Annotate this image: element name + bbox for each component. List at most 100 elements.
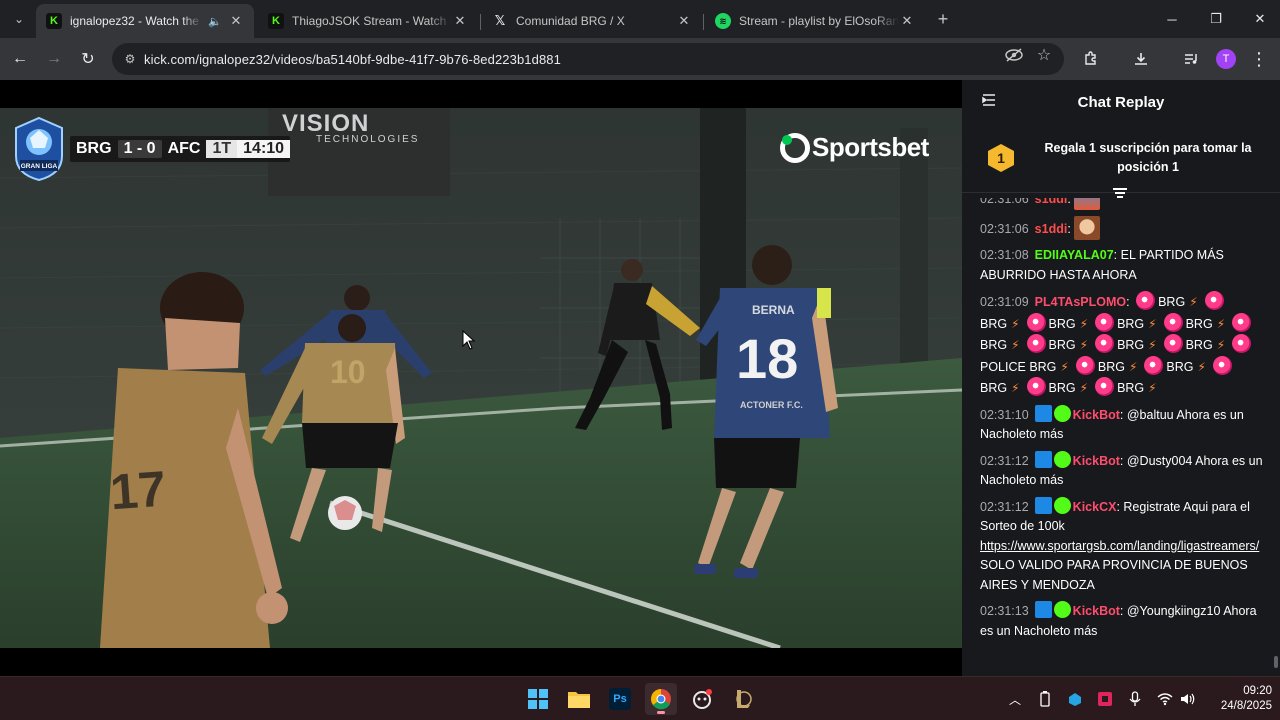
forward-button[interactable]: →	[41, 46, 67, 72]
kick-icon: K	[268, 13, 284, 29]
message-user[interactable]: PL4TAsPLOMO	[1035, 295, 1126, 309]
volume-icon[interactable]	[1178, 689, 1198, 709]
show-hidden-icons-chevron[interactable]: ︿	[1005, 689, 1025, 709]
speaker-icon[interactable]: 🔈	[208, 15, 222, 28]
file-explorer-icon[interactable]	[563, 683, 595, 715]
sportsbet-ring-icon	[780, 132, 810, 163]
match-clock: 14:10	[237, 140, 291, 158]
spam-word: BRG	[1185, 338, 1213, 352]
spam-word: BRG	[1048, 316, 1076, 331]
close-tab-icon[interactable]: ✕	[228, 13, 244, 29]
verified-badge-icon	[1053, 496, 1071, 514]
spam-word: BRG	[1158, 295, 1186, 309]
close-tab-icon[interactable]: ✕	[676, 13, 692, 29]
edge-tray-icon[interactable]	[1065, 689, 1085, 709]
message-user[interactable]: s1ddi	[1035, 198, 1068, 206]
message-user[interactable]: s1ddi	[1035, 222, 1068, 236]
url-text[interactable]: kick.com/ignalopez32/videos/ba5140bf-9db…	[144, 52, 561, 67]
pinned-gift-banner[interactable]: 1 Regala 1 suscripción para tomar la pos…	[962, 124, 1280, 198]
eye-off-icon[interactable]	[1005, 46, 1023, 64]
message-user[interactable]: EDIIAYALA07	[1035, 248, 1114, 262]
reload-button[interactable]: ↻	[75, 46, 101, 72]
chat-message: 02:31:12 KickCX: Registrate Aqui para el …	[980, 496, 1268, 596]
new-tab-button[interactable]: +	[932, 8, 954, 30]
site-info-icon[interactable]: ⚙	[116, 52, 144, 66]
player-number-18: 18	[736, 327, 798, 390]
red-app-tray-icon[interactable]	[1095, 689, 1115, 709]
promo-link[interactable]: https://www.sportargsb.com/landing/ligas…	[980, 539, 1259, 553]
media-controls-icon[interactable]	[1178, 46, 1204, 72]
restore-button[interactable]: ❐	[1194, 0, 1238, 38]
bot-badge-icon	[1034, 404, 1052, 422]
home-team: BRG	[76, 140, 112, 157]
menu-kebab-icon[interactable]: ⋮	[1246, 46, 1272, 72]
tab-2[interactable]: K ThiagoJSOK Stream - Watch Live ✕	[258, 4, 478, 38]
tab-title: Comunidad BRG / X	[516, 14, 625, 28]
league-app-icon[interactable]	[727, 683, 759, 715]
lightning-emote-icon: ⚡	[1011, 316, 1020, 331]
message-colon: :	[1067, 222, 1075, 236]
league-logo-icon: GRAN LIGA	[15, 116, 63, 182]
message-text: SOLO VALIDO PARA PROVINCIA DE BUENOS AIR…	[980, 558, 1248, 592]
lightning-emote-icon: ⚡	[1148, 338, 1157, 352]
match-score: 1 - 0	[117, 140, 162, 158]
verified-badge-icon	[1053, 601, 1071, 618]
tab-3[interactable]: 𝕏 Comunidad BRG / X ✕	[482, 4, 702, 38]
back-button[interactable]: ←	[7, 46, 33, 72]
system-clock[interactable]: 09:20 24/8/2025	[1206, 684, 1272, 714]
photoshop-icon[interactable]: Ps	[604, 683, 636, 715]
close-tab-icon[interactable]: ✕	[452, 13, 468, 29]
lightning-emote-icon: ⚡	[1079, 338, 1089, 352]
x-icon: 𝕏	[494, 13, 506, 28]
message-colon: :	[1119, 453, 1127, 468]
message-user[interactable]: KickBot	[1073, 408, 1120, 422]
chrome-icon[interactable]	[645, 683, 677, 715]
match-period: 1T	[206, 140, 238, 158]
microphone-icon[interactable]	[1125, 689, 1145, 709]
battery-device-icon[interactable]	[1035, 689, 1055, 709]
spam-word: POLICE BRG	[980, 359, 1057, 374]
wifi-icon[interactable]	[1155, 689, 1175, 709]
message-user[interactable]: KickCX	[1073, 500, 1117, 514]
browser-toolbar: ← → ↻ ⚙ kick.com/ignalopez32/videos/ba51…	[0, 38, 1280, 80]
lightning-emote-icon: ⚡	[1197, 359, 1206, 374]
video-frame: 10 BERNA 18 ACTONER F.C. 17	[0, 108, 962, 648]
video-player[interactable]: 10 BERNA 18 ACTONER F.C. 17 VISION TECHN…	[0, 80, 962, 676]
collapse-chat-icon[interactable]	[982, 94, 998, 110]
spam-word: BRG	[1048, 338, 1076, 352]
spam-word: BRG	[1166, 359, 1194, 374]
verified-badge-icon	[1053, 450, 1071, 468]
chat-message: 02:31:08 EDIIAYALA07: EL PARTIDO MÁS ABUR…	[980, 246, 1268, 285]
lightning-emote-icon: ⚡	[1079, 316, 1089, 331]
score-bar: BRG 1 - 0 AFC 1T 14:10	[70, 136, 291, 162]
tab-search-chevron-icon[interactable]: ⌄	[6, 6, 32, 32]
pink-ball-emote-icon	[1144, 355, 1164, 375]
minimize-button[interactable]: ─	[1150, 0, 1194, 38]
bot-badge-icon	[1034, 496, 1052, 514]
tab-1[interactable]: K ignalopez32 - Watch the VOD 🔈 ✕	[36, 4, 254, 38]
message-colon: :	[1119, 407, 1127, 422]
chat-message: 02:31:10 KickBot: @baltuu Ahora es un Nac…	[980, 404, 1268, 445]
chat-message: 02:31:12 KickBot: @Dusty004 Ahora es un N…	[980, 450, 1268, 491]
download-icon[interactable]	[1128, 46, 1154, 72]
message-user[interactable]: KickBot	[1073, 454, 1120, 468]
profile-avatar[interactable]: T	[1216, 49, 1236, 69]
close-window-button[interactable]: ✕	[1238, 0, 1280, 38]
windows-start-icon[interactable]	[522, 683, 554, 715]
tab-4[interactable]: ≋ Stream - playlist by ElOsoRancio ✕	[705, 4, 925, 38]
message-user[interactable]: KickBot	[1073, 604, 1120, 618]
pink-ball-emote-icon	[1163, 312, 1183, 332]
chat-header: Chat Replay	[962, 80, 1280, 124]
pink-ball-emote-icon	[1095, 377, 1115, 396]
spam-word: BRG	[980, 338, 1008, 352]
tab-strip: ⌄ K ignalopez32 - Watch the VOD 🔈 ✕ K Th…	[0, 0, 1280, 38]
bookmark-star-icon[interactable]: ☆	[1035, 46, 1053, 64]
extensions-icon[interactable]	[1078, 46, 1104, 72]
avatar-emote-icon	[1074, 198, 1101, 210]
chat-scrollbar[interactable]	[1274, 656, 1278, 668]
spam-word: BRG	[1048, 381, 1076, 395]
address-bar[interactable]: ⚙ kick.com/ignalopez32/videos/ba5140bf-9…	[112, 43, 1064, 75]
league-logo-text: GRAN LIGA	[21, 163, 58, 170]
gaming-app-icon[interactable]	[686, 683, 718, 715]
close-tab-icon[interactable]: ✕	[899, 13, 915, 29]
